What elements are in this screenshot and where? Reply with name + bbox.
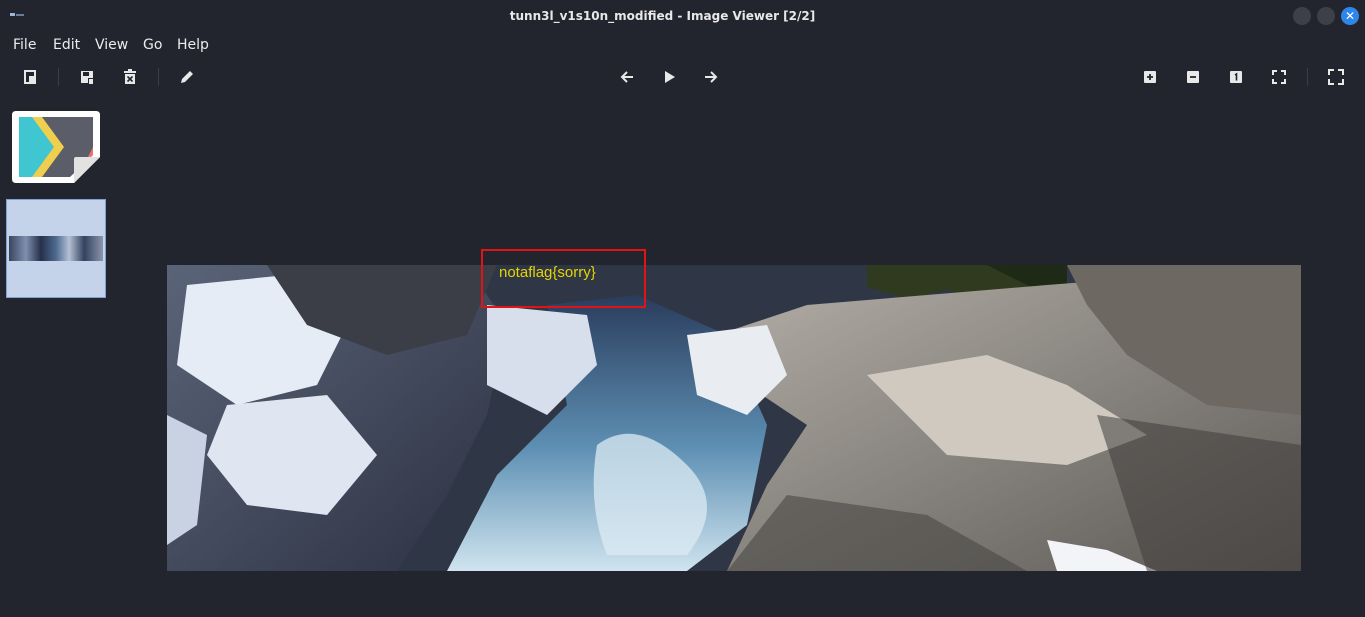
delete-icon[interactable] <box>120 67 140 87</box>
fullscreen-icon[interactable] <box>1326 67 1346 87</box>
menu-edit[interactable]: Edit <box>53 33 80 57</box>
menu-help[interactable]: Help <box>177 33 209 57</box>
thumbnail-app-icon[interactable] <box>10 109 102 185</box>
actual-size-icon[interactable] <box>1226 67 1246 87</box>
close-button[interactable]: ✕ <box>1341 7 1359 25</box>
open-icon[interactable] <box>20 67 40 87</box>
toolbar-separator <box>1307 68 1308 86</box>
toolbar-separator <box>158 68 159 86</box>
zoom-in-icon[interactable] <box>1140 67 1160 87</box>
menu-bar: File Edit View Go Help <box>0 33 1365 57</box>
menu-view[interactable]: View <box>95 33 128 57</box>
save-icon[interactable] <box>77 67 97 87</box>
annotation-text: notaflag{sorry} <box>499 264 596 281</box>
maximize-button[interactable] <box>1317 7 1335 25</box>
play-slideshow-icon[interactable] <box>659 67 679 87</box>
previous-icon[interactable] <box>617 67 637 87</box>
displayed-image <box>167 265 1301 571</box>
toolbar <box>0 60 1365 94</box>
minimize-button[interactable] <box>1293 7 1311 25</box>
thumbnail-waterfall[interactable] <box>6 199 106 298</box>
image-viewer-window: tunn3l_v1s10n_modified - Image Viewer [2… <box>0 0 1365 617</box>
toolbar-separator <box>58 68 59 86</box>
next-icon[interactable] <box>701 67 721 87</box>
title-bar[interactable]: tunn3l_v1s10n_modified - Image Viewer [2… <box>0 0 1365 32</box>
zoom-out-icon[interactable] <box>1183 67 1203 87</box>
edit-icon[interactable] <box>177 67 197 87</box>
window-title: tunn3l_v1s10n_modified - Image Viewer [2… <box>509 9 816 23</box>
annotation-box: notaflag{sorry} <box>481 249 646 308</box>
menu-go[interactable]: Go <box>143 33 162 57</box>
menu-file[interactable]: File <box>13 33 36 57</box>
thumbnail-image <box>9 236 103 261</box>
zoom-fit-icon[interactable] <box>1269 67 1289 87</box>
